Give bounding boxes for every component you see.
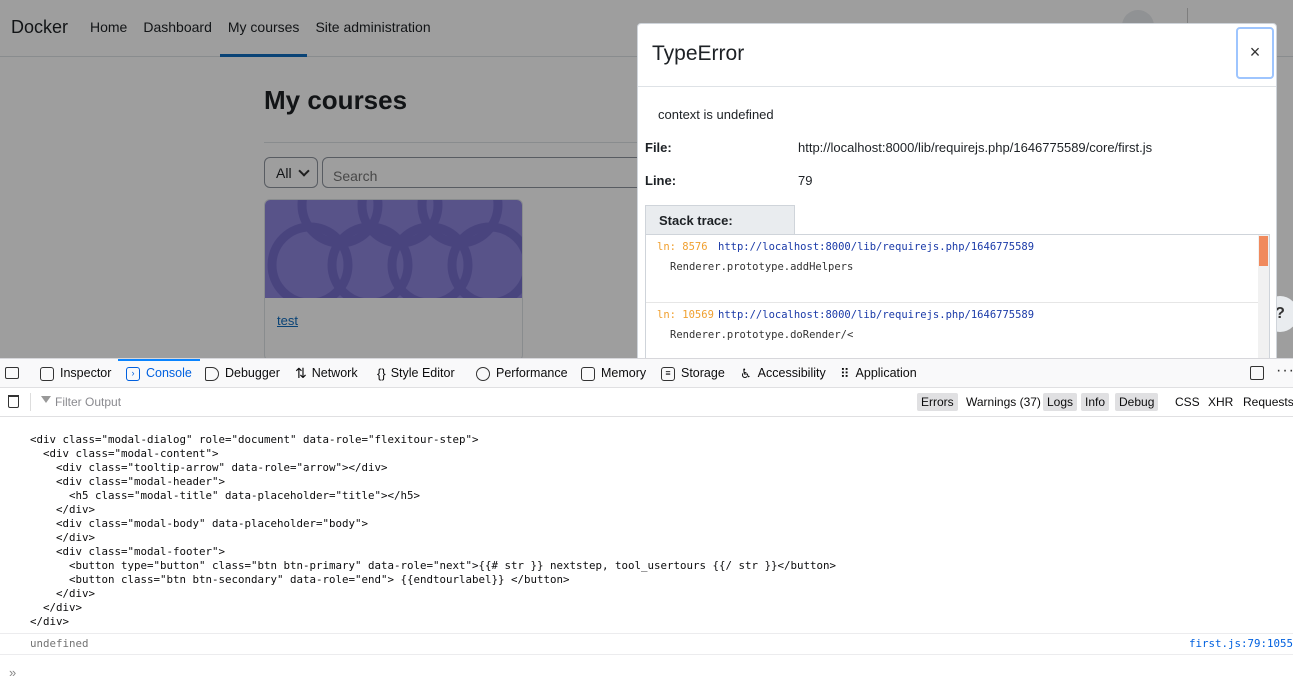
console-filter-bar: Filter Output Errors Warnings (37) Logs …: [0, 388, 1293, 417]
more-options-icon[interactable]: ···: [1276, 362, 1293, 380]
stack-trace-tab[interactable]: Stack trace:: [645, 205, 795, 235]
accessibility-icon: ♿: [740, 366, 752, 381]
style-editor-icon: {}: [377, 366, 386, 381]
tab-debugger[interactable]: Debugger: [205, 359, 280, 388]
tab-accessibility[interactable]: ♿ Accessibility: [740, 359, 826, 388]
console-icon: ›: [126, 366, 140, 381]
filter-icon: [41, 396, 51, 403]
source-location-link[interactable]: first.js:79:1055: [1189, 637, 1293, 650]
tab-performance[interactable]: Performance: [476, 359, 568, 388]
stack-url: http://localhost:8000/lib/requirejs.php/…: [718, 309, 1035, 321]
tab-label: Application: [855, 366, 917, 380]
file-value: http://localhost:8000/lib/requirejs.php/…: [798, 140, 1153, 155]
tab-label: Console: [146, 366, 192, 380]
tab-style-editor[interactable]: {} Style Editor: [377, 359, 455, 388]
close-icon: ×: [1249, 42, 1261, 62]
filter-info[interactable]: Info: [1081, 393, 1110, 411]
console-log-message: <div class="modal-dialog" role="document…: [30, 433, 837, 628]
modal-title: TypeError: [652, 42, 745, 65]
filter-debug[interactable]: Debug: [1115, 393, 1159, 411]
devtools-toolbar: Inspector › Console Debugger ⇅ Network {} S…: [0, 358, 1293, 388]
tab-label: Inspector: [60, 366, 112, 380]
dock-side-icon[interactable]: [1250, 366, 1264, 380]
filter-errors[interactable]: Errors: [917, 393, 958, 411]
stack-line-number: ln: 8576: [657, 241, 708, 253]
stack-line-number: ln: 10569: [657, 309, 714, 321]
stack-function: Renderer.prototype.doRender/<: [670, 329, 854, 341]
tab-console[interactable]: › Console: [118, 359, 200, 388]
console-output: <div class="modal-dialog" role="document…: [0, 417, 1293, 695]
stack-scrollbar-thumb[interactable]: [1259, 236, 1268, 266]
row-divider: [0, 654, 1293, 655]
stack-trace-list[interactable]: ln: 8576 http://localhost:8000/lib/requi…: [645, 234, 1270, 358]
tab-label: Network: [311, 366, 358, 380]
tab-label: Style Editor: [390, 366, 455, 380]
stack-trace-entry: ln: 10569 http://localhost:8000/lib/requ…: [646, 303, 1269, 358]
inspector-icon: [40, 366, 54, 381]
tab-label: Performance: [496, 366, 568, 380]
trash-icon[interactable]: [8, 395, 19, 408]
moodle-page: Docker Home Dashboard My courses Site ad…: [0, 0, 1293, 358]
close-button[interactable]: ×: [1236, 27, 1274, 79]
stack-url: http://localhost:8000/lib/requirejs.php/…: [718, 241, 1035, 253]
tab-label: Storage: [681, 366, 725, 380]
tab-network[interactable]: ⇅ Network: [295, 359, 358, 388]
tab-storage[interactable]: ≡ Storage: [661, 359, 725, 388]
row-divider: [0, 633, 1293, 634]
filter-warnings[interactable]: Warnings (37): [962, 393, 1045, 411]
line-label: Line:: [645, 173, 677, 188]
filter-xhr[interactable]: XHR: [1204, 393, 1237, 411]
stack-trace-entry: ln: 8576 http://localhost:8000/lib/requi…: [646, 235, 1269, 303]
tab-memory[interactable]: Memory: [581, 359, 646, 388]
line-value: 79: [798, 173, 813, 188]
file-label: File:: [645, 140, 672, 155]
filter-output-input[interactable]: Filter Output: [55, 395, 121, 409]
application-icon: ⠿: [840, 366, 850, 381]
modal-header: TypeError ×: [638, 24, 1276, 87]
console-result: undefined: [30, 637, 89, 650]
debugger-icon: [205, 366, 219, 381]
performance-icon: [476, 366, 490, 381]
filter-requests[interactable]: Requests: [1239, 393, 1293, 411]
tab-inspector[interactable]: Inspector: [40, 359, 111, 388]
filter-css[interactable]: CSS: [1171, 393, 1204, 411]
tab-label: Memory: [601, 366, 647, 380]
memory-icon: [581, 366, 595, 381]
console-prompt-icon[interactable]: »: [9, 665, 16, 680]
tab-application[interactable]: ⠿ Application: [840, 359, 917, 388]
filter-logs[interactable]: Logs: [1043, 393, 1078, 411]
filter-divider: [30, 393, 31, 411]
stack-function: Renderer.prototype.addHelpers: [670, 261, 854, 273]
error-modal: TypeError × context is undefined File: h…: [637, 23, 1277, 358]
element-picker-icon[interactable]: [5, 367, 19, 379]
storage-icon: ≡: [661, 366, 675, 381]
error-message: context is undefined: [658, 107, 774, 122]
stack-scrollbar[interactable]: [1258, 235, 1269, 358]
network-icon: ⇅: [295, 365, 307, 381]
tab-label: Accessibility: [757, 366, 826, 380]
tab-label: Debugger: [225, 366, 280, 380]
